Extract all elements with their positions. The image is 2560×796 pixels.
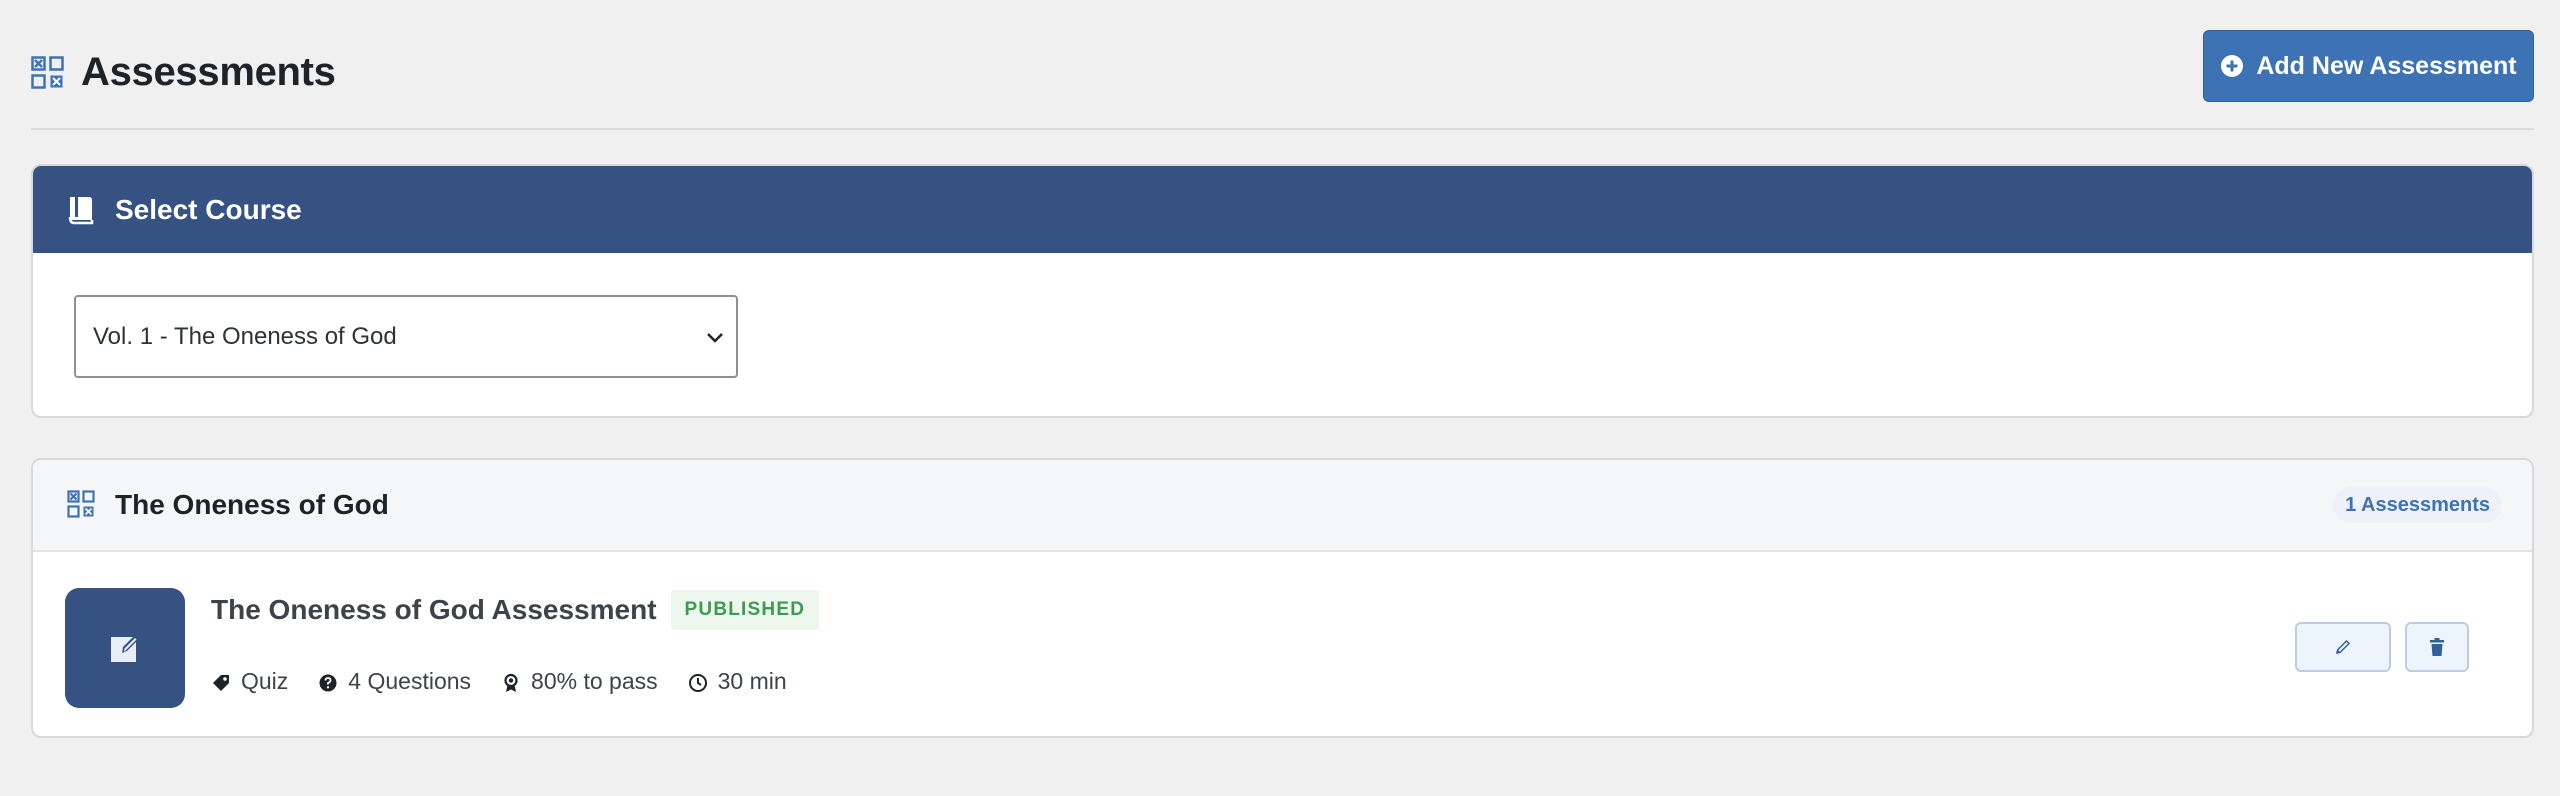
course-selector-header: Select Course — [33, 166, 2532, 253]
course-select[interactable]: Vol. 1 - The Oneness of God — [74, 295, 738, 378]
meta-questions: 4 Questions — [318, 668, 471, 695]
assessment-row: The Oneness of God Assessment PUBLISHED … — [33, 554, 2532, 736]
add-new-assessment-button[interactable]: Add New Assessment — [2203, 30, 2534, 102]
trash-icon — [2427, 637, 2447, 657]
meta-questions-label: 4 Questions — [348, 668, 472, 694]
page-title: Assessments — [81, 50, 336, 94]
book-icon — [67, 195, 95, 225]
edit-note-icon — [108, 631, 142, 665]
pencil-icon — [2333, 637, 2353, 657]
plus-circle-icon — [2220, 54, 2244, 78]
meta-duration-label: 30 min — [717, 668, 787, 694]
award-icon — [501, 672, 521, 692]
grid-icon — [67, 490, 95, 520]
grid-icon — [31, 56, 64, 89]
assessment-title: The Oneness of God Assessment — [211, 594, 657, 625]
course-selector-card: Select Course Vol. 1 - The Oneness of Go… — [31, 164, 2534, 418]
assessment-thumbnail — [65, 588, 185, 708]
assessment-list-title: The Oneness of God — [115, 489, 389, 520]
meta-type: Quiz — [211, 668, 288, 695]
meta-type-label: Quiz — [241, 668, 289, 694]
delete-assessment-button[interactable] — [2405, 622, 2469, 672]
assessment-meta: Quiz 4 Questions 80% to pass 30 min — [211, 668, 817, 695]
status-badge: PUBLISHED — [670, 590, 820, 630]
add-new-assessment-label: Add New Assessment — [2256, 51, 2517, 80]
chevron-down-icon — [706, 331, 724, 343]
assessment-title-line: The Oneness of God Assessment PUBLISHED — [211, 590, 820, 630]
course-select-value: Vol. 1 - The Oneness of God — [93, 322, 397, 350]
edit-assessment-button[interactable] — [2295, 622, 2391, 672]
tag-icon — [211, 672, 231, 692]
page-header: Assessments Add New Assessment — [31, 30, 2534, 102]
question-circle-icon — [318, 672, 338, 692]
meta-pass-label: 80% to pass — [531, 668, 658, 694]
meta-duration: 30 min — [688, 668, 787, 695]
assessment-count-badge: 1 Assessments — [2333, 487, 2502, 523]
course-selector-title: Select Course — [115, 193, 302, 225]
meta-pass: 80% to pass — [501, 668, 658, 695]
page-title-wrap: Assessments — [31, 50, 336, 95]
header-divider — [31, 128, 2534, 130]
assessment-list-card: The Oneness of God 1 Assessments The One… — [31, 458, 2534, 738]
clock-icon — [688, 672, 708, 692]
assessment-list-header: The Oneness of God 1 Assessments — [33, 460, 2532, 552]
